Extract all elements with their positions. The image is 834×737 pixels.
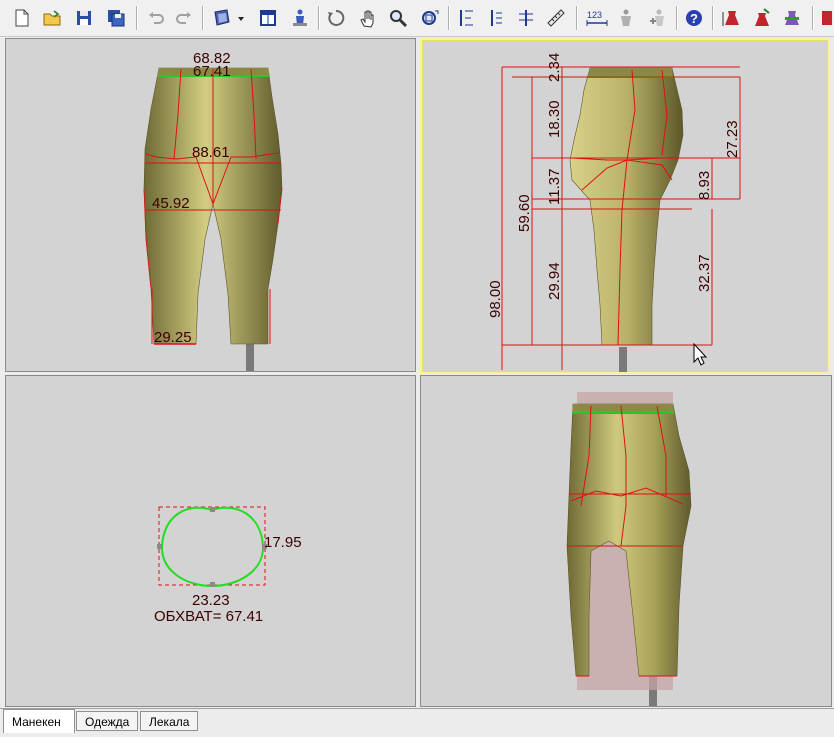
side-crotch-to-knee-value: 29.94 — [546, 262, 563, 300]
pan-hand-icon[interactable] — [356, 6, 380, 30]
side-waist-to-knee-value: 59.60 — [516, 194, 533, 232]
front-thigh-value: 45.92 — [152, 195, 190, 212]
tab-patterns[interactable]: Лекала — [140, 711, 198, 731]
section-depth-value: 17.95 — [264, 534, 302, 551]
mouse-cursor-icon — [693, 342, 708, 366]
section-width-value: 23.23 — [192, 592, 230, 609]
window-layout-icon[interactable] — [256, 6, 280, 30]
bottom-tab-bar: Манекен Одежда Лекала — [0, 708, 834, 737]
side-hip-to-crotch-back-value: 8.93 — [696, 171, 713, 200]
mannequin-gray-icon[interactable] — [614, 6, 638, 30]
vertical-measure-2-icon[interactable] — [484, 6, 508, 30]
rotate-icon[interactable] — [324, 6, 348, 30]
fit-view-icon[interactable] — [418, 6, 442, 30]
front-knee-value: 29.25 — [154, 329, 192, 346]
ruler-icon[interactable] — [544, 6, 568, 30]
front-view-pane[interactable]: 68.82 67.41 88.61 45.92 29.25 — [5, 38, 416, 372]
dropdown-arrow-icon[interactable] — [234, 6, 248, 30]
stand-pole — [619, 347, 627, 372]
side-hip-to-crotch-value: 11.37 — [546, 169, 563, 205]
side-top-gap-value: 2.34 — [546, 53, 563, 82]
vertical-measure-3-icon[interactable] — [514, 6, 538, 30]
dress-edit-icon[interactable] — [750, 6, 774, 30]
save-all-icon[interactable] — [104, 6, 128, 30]
side-view-pane[interactable]: 2.34 18.30 11.37 29.94 59.60 98.00 27.23… — [420, 38, 830, 374]
toolbar-overflow-icon[interactable] — [818, 6, 834, 30]
tab-clothing[interactable]: Одежда — [76, 711, 138, 731]
redo-icon[interactable] — [172, 6, 196, 30]
open-folder-icon[interactable] — [40, 6, 64, 30]
3d-view-pane[interactable] — [420, 375, 832, 707]
side-waist-to-hip-value: 18.30 — [546, 100, 563, 138]
save-icon[interactable] — [72, 6, 96, 30]
undo-icon[interactable] — [144, 6, 168, 30]
tab-mannequin[interactable]: Манекен — [3, 709, 75, 733]
svg-text:?: ? — [690, 11, 698, 26]
dress-green-icon[interactable] — [780, 6, 804, 30]
mannequin-view-icon[interactable] — [210, 6, 234, 30]
new-file-icon[interactable] — [10, 6, 34, 30]
side-waist-to-hip-back-value: 27.23 — [724, 120, 741, 158]
section-view-pane[interactable]: 17.95 23.23 ОБХВАТ= 67.41 — [5, 375, 416, 707]
vertical-measure-icon[interactable] — [454, 6, 478, 30]
front-waist-value: 67.41 — [193, 63, 231, 80]
help-icon[interactable]: ? — [682, 6, 706, 30]
mannequin-add-icon[interactable] — [646, 6, 670, 30]
mannequin-settings-icon[interactable] — [288, 6, 312, 30]
section-contour — [157, 506, 267, 588]
dimensions-label: 123 — [587, 10, 602, 20]
3d-trousers-form — [566, 392, 692, 690]
dimensions-icon[interactable]: 123 — [584, 6, 610, 30]
dress-red-icon[interactable] — [720, 6, 744, 30]
zoom-icon[interactable] — [386, 6, 410, 30]
side-trousers-form — [569, 67, 684, 346]
side-crotch-to-knee-back-value: 32.37 — [696, 254, 713, 292]
main-toolbar: 123 ? — [0, 0, 834, 37]
front-hip-value: 88.61 — [192, 144, 230, 161]
side-total-height-value: 98.00 — [487, 280, 504, 318]
section-girth-label: ОБХВАТ= 67.41 — [154, 608, 263, 625]
